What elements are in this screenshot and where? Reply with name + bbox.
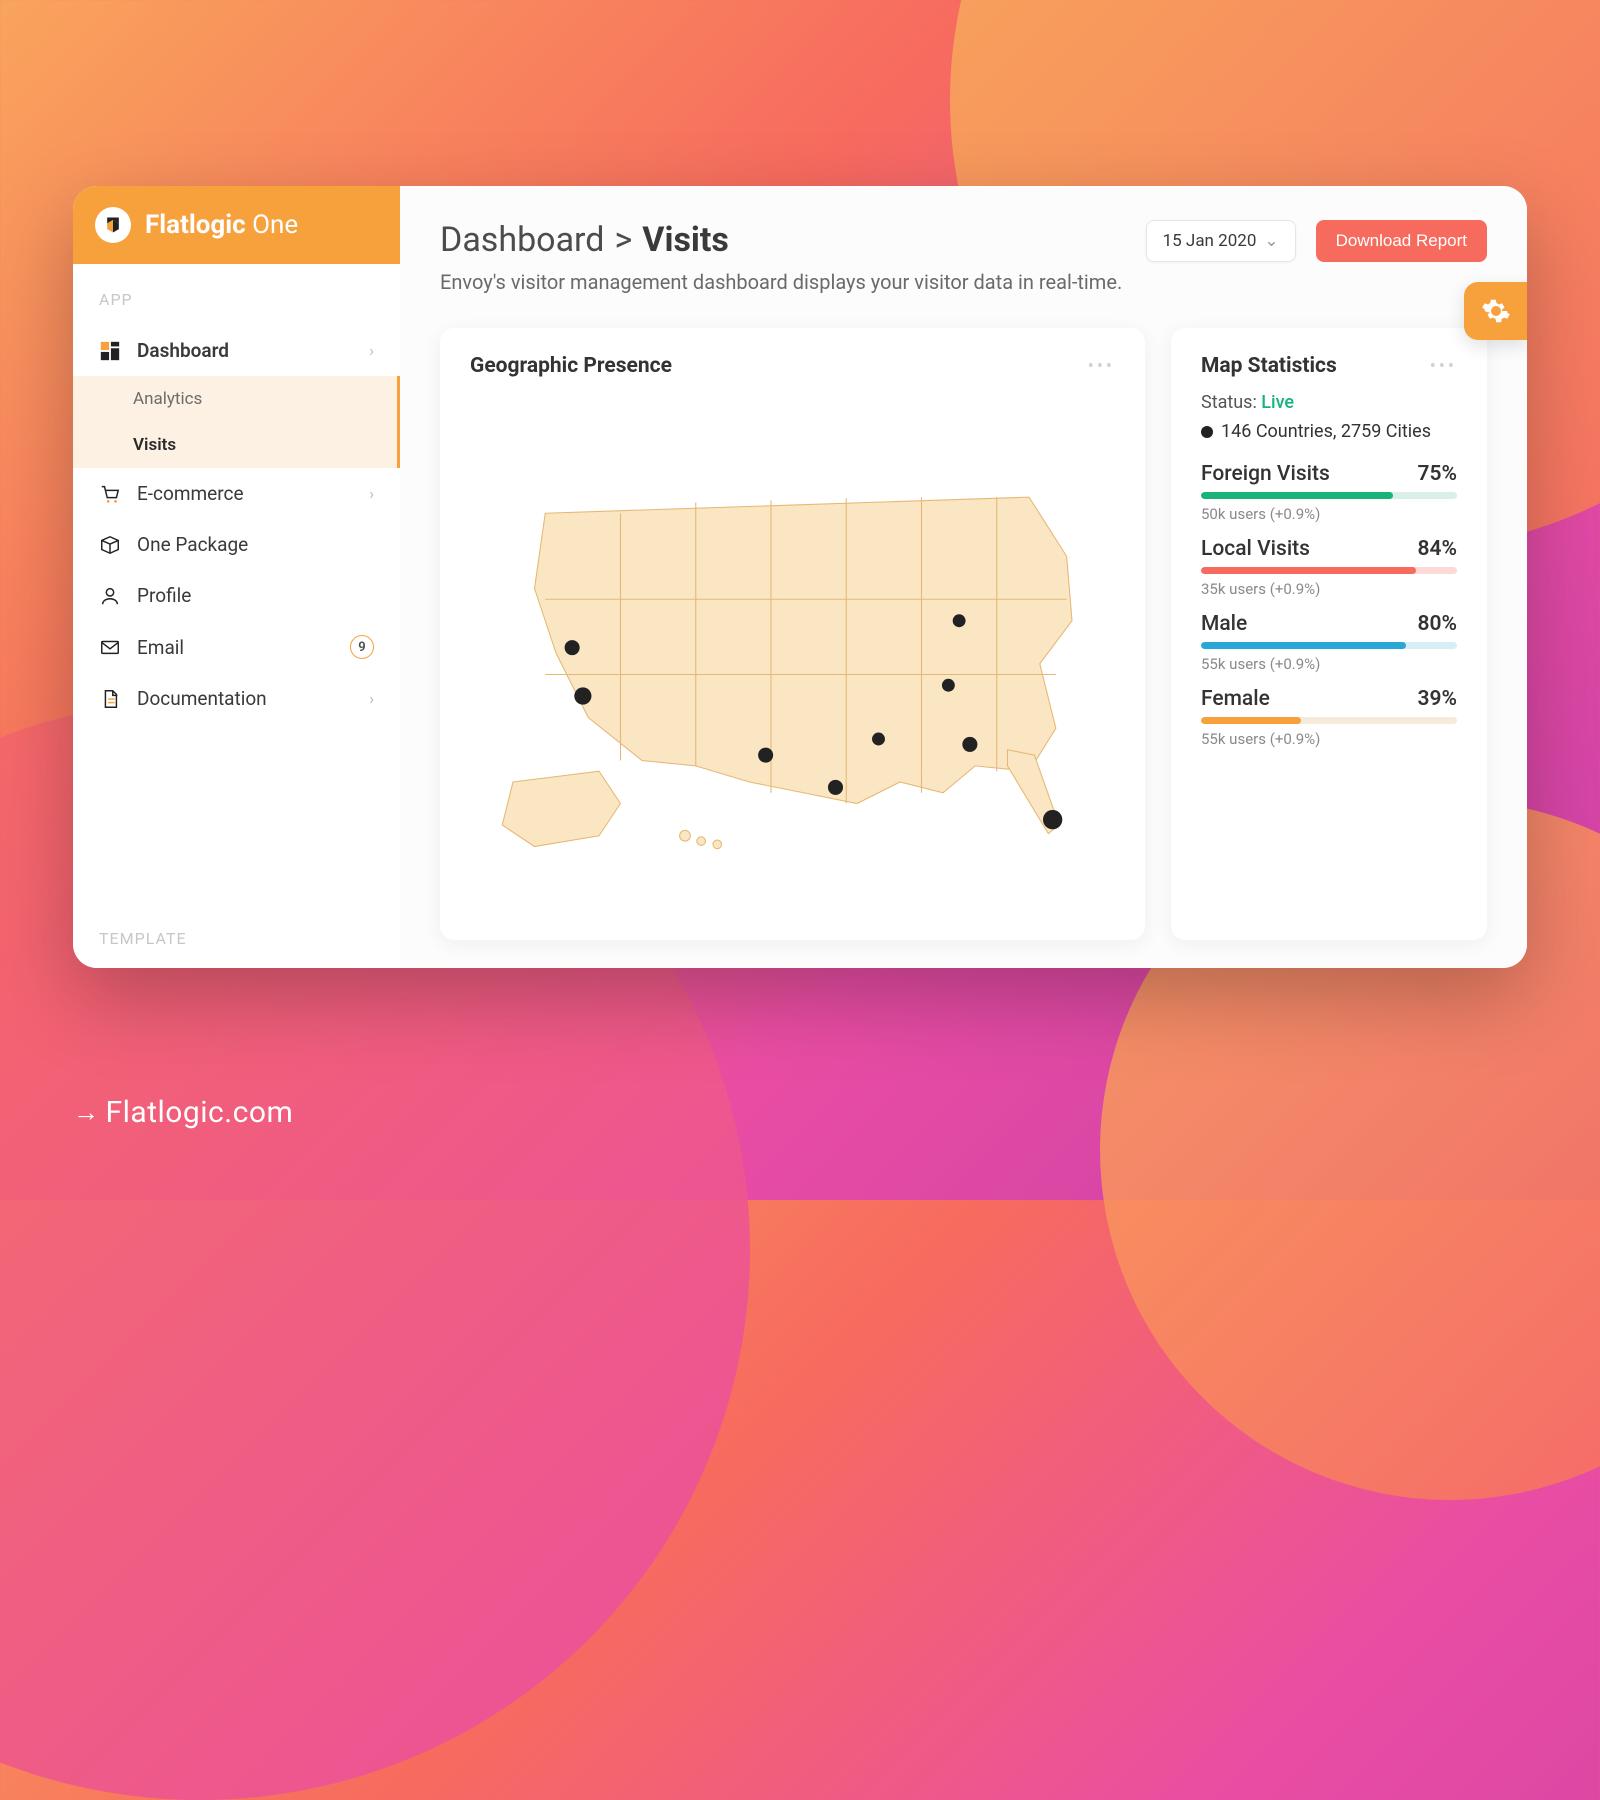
sidebar-item-one-package[interactable]: One Package <box>73 519 400 570</box>
page-subtitle: Envoy's visitor management dashboard dis… <box>440 270 1126 294</box>
stat-local-visits: Local Visits 84% 35k users (+0.9%) <box>1201 537 1457 598</box>
sidebar-item-label: Dashboard <box>137 339 353 362</box>
cart-icon <box>99 483 121 505</box>
stat-percent: 39% <box>1418 687 1458 711</box>
profile-icon <box>99 585 121 607</box>
card-menu-icon[interactable]: ••• <box>1430 356 1457 377</box>
brand-title: Flatlogic One <box>145 210 298 240</box>
stat-percent: 80% <box>1418 612 1458 636</box>
logo-icon <box>95 207 131 243</box>
geographic-presence-card: Geographic Presence ••• <box>440 328 1145 940</box>
breadcrumb: Dashboard > Visits <box>440 220 1126 260</box>
breadcrumb-current: Visits <box>642 220 729 260</box>
stat-label: Male <box>1201 612 1247 636</box>
sidebar-header: Flatlogic One <box>73 186 400 264</box>
stat-percent: 75% <box>1418 462 1458 486</box>
breadcrumb-separator: > <box>614 220 632 260</box>
sidebar-item-dashboard[interactable]: Dashboard › <box>73 325 400 376</box>
card-title: Map Statistics <box>1201 354 1337 378</box>
stat-foreign-visits: Foreign Visits 75% 50k users (+0.9%) <box>1201 462 1457 523</box>
sidebar-subitem-visits[interactable]: Visits <box>73 422 397 468</box>
main-content: Dashboard > Visits Envoy's visitor manag… <box>400 186 1527 968</box>
stat-label: Foreign Visits <box>1201 462 1330 486</box>
arrow-right-icon: → <box>73 1097 100 1128</box>
stat-male: Male 80% 55k users (+0.9%) <box>1201 612 1457 673</box>
sidebar-item-documentation[interactable]: Documentation › <box>73 673 400 724</box>
card-title: Geographic Presence <box>470 354 672 378</box>
status-line: Status: Live <box>1201 392 1457 413</box>
settings-tab[interactable] <box>1464 282 1527 340</box>
sidebar-item-label: One Package <box>137 533 374 556</box>
chevron-right-icon: › <box>369 689 374 708</box>
progress-bar <box>1201 642 1457 649</box>
dot-icon <box>1201 426 1213 438</box>
sidebar-subnav-dashboard: Analytics Visits <box>73 376 400 468</box>
sidebar-subitem-analytics[interactable]: Analytics <box>73 376 397 422</box>
stat-subtext: 55k users (+0.9%) <box>1201 730 1457 748</box>
status-value: Live <box>1261 392 1294 413</box>
section-label-app: APP <box>73 264 400 325</box>
sidebar-item-label: E-commerce <box>137 482 353 505</box>
document-icon <box>99 688 121 710</box>
countries-cities: 146 Countries, 2759 Cities <box>1201 421 1457 442</box>
chevron-right-icon: › <box>369 484 374 503</box>
stat-percent: 84% <box>1418 537 1458 561</box>
page-header: Dashboard > Visits Envoy's visitor manag… <box>440 220 1487 294</box>
app-window: Flatlogic One APP Dashboard › Analytics … <box>73 186 1527 968</box>
stat-label: Local Visits <box>1201 537 1310 561</box>
stat-subtext: 55k users (+0.9%) <box>1201 655 1457 673</box>
sidebar-item-label: Documentation <box>137 687 353 710</box>
footer-link[interactable]: →Flatlogic.com <box>73 1095 293 1130</box>
email-badge: 9 <box>350 635 374 659</box>
stat-subtext: 50k users (+0.9%) <box>1201 505 1457 523</box>
stat-subtext: 35k users (+0.9%) <box>1201 580 1457 598</box>
progress-bar <box>1201 717 1457 724</box>
us-map <box>470 392 1115 914</box>
email-icon <box>99 636 121 658</box>
stat-label: Female <box>1201 687 1270 711</box>
gear-icon <box>1481 296 1511 326</box>
download-report-button[interactable]: Download Report <box>1316 220 1487 262</box>
map-statistics-card: Map Statistics ••• Status: Live 146 Coun… <box>1171 328 1487 940</box>
chevron-down-icon: ⌄ <box>1264 231 1278 251</box>
breadcrumb-parent[interactable]: Dashboard <box>440 220 604 260</box>
section-label-template: TEMPLATE <box>73 903 400 968</box>
sidebar-item-email[interactable]: Email 9 <box>73 621 400 673</box>
sidebar-item-label: Profile <box>137 584 374 607</box>
sidebar-item-label: Email <box>137 636 334 659</box>
sidebar-item-ecommerce[interactable]: E-commerce › <box>73 468 400 519</box>
sidebar-item-profile[interactable]: Profile <box>73 570 400 621</box>
stat-female: Female 39% 55k users (+0.9%) <box>1201 687 1457 748</box>
date-value: 15 Jan 2020 <box>1163 231 1257 251</box>
chevron-right-icon: › <box>369 341 374 360</box>
package-icon <box>99 534 121 556</box>
dashboard-icon <box>99 340 121 362</box>
progress-bar <box>1201 567 1457 574</box>
progress-bar <box>1201 492 1457 499</box>
card-menu-icon[interactable]: ••• <box>1088 356 1115 377</box>
sidebar: Flatlogic One APP Dashboard › Analytics … <box>73 186 400 968</box>
date-picker[interactable]: 15 Jan 2020 ⌄ <box>1146 220 1296 262</box>
